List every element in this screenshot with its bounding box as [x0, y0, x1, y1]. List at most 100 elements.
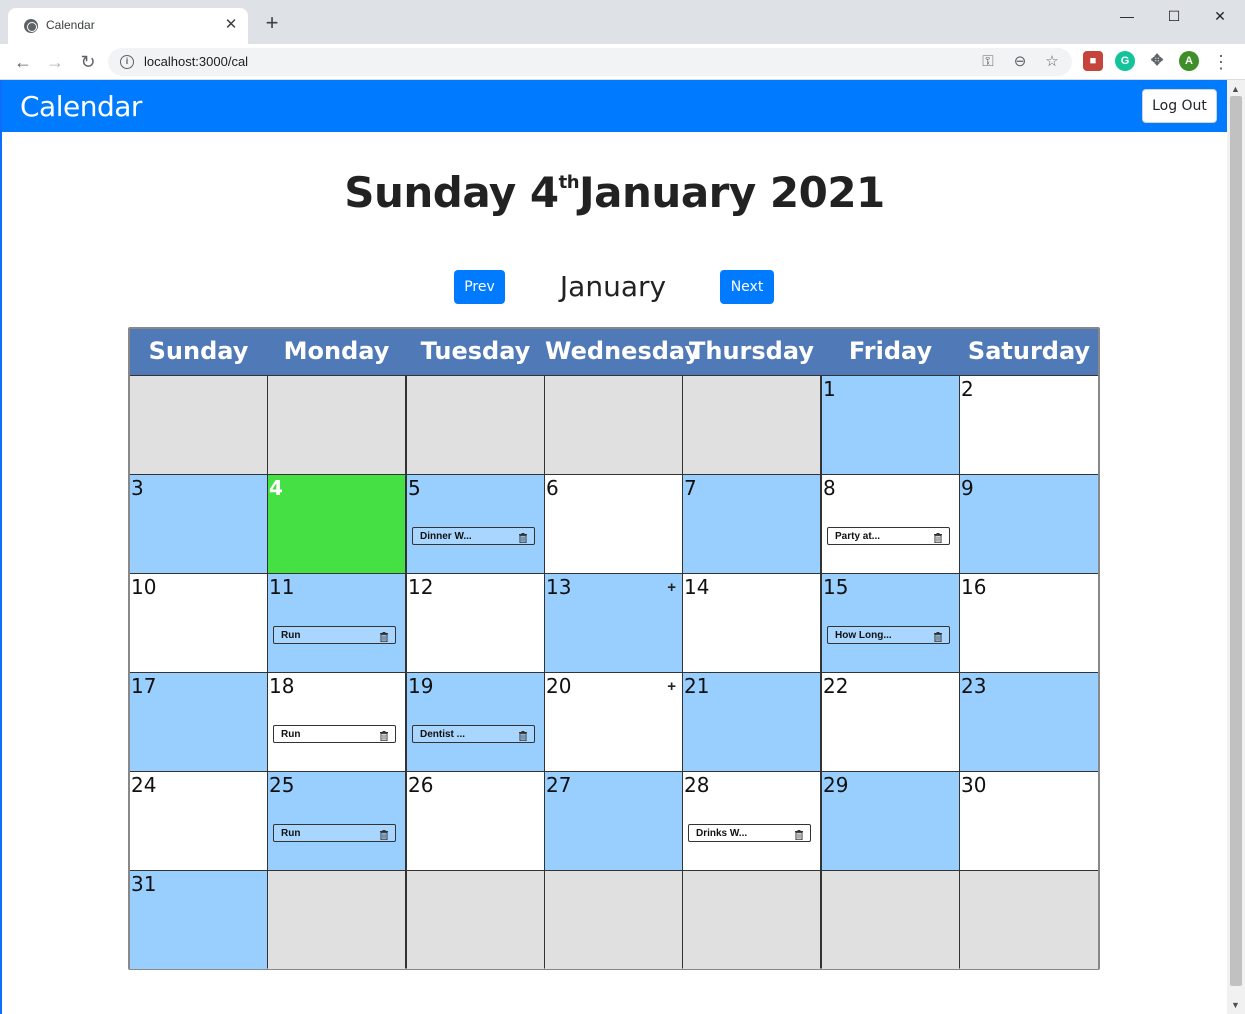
- prev-month-button[interactable]: Prev: [454, 270, 505, 304]
- trash-icon[interactable]: [519, 530, 527, 544]
- page-viewport: Calendar Log Out Sunday 4thJanuary 2021 …: [0, 80, 1227, 1014]
- event-chip[interactable]: Dentist ...: [412, 725, 535, 743]
- day-cell-10[interactable]: 10: [130, 574, 267, 672]
- day-cell-19[interactable]: 19 Dentist ...: [407, 673, 544, 771]
- day-cell-1[interactable]: 1: [822, 376, 959, 474]
- day-cell-22[interactable]: 22: [822, 673, 959, 771]
- day-cell-2[interactable]: 2: [960, 376, 1098, 474]
- browser-menu-icon[interactable]: ⋮: [1208, 49, 1234, 75]
- day-cell-8[interactable]: 8 Party at...: [822, 475, 959, 573]
- minimize-button[interactable]: —: [1104, 4, 1150, 28]
- event-title[interactable]: How Long...: [835, 629, 892, 642]
- url-text[interactable]: localhost:3000/cal: [144, 54, 248, 69]
- day-cell-12[interactable]: 12: [407, 574, 544, 672]
- grammarly-icon[interactable]: G: [1115, 51, 1135, 71]
- day-cell-24[interactable]: 24: [130, 772, 267, 870]
- event-title[interactable]: Dinner W...: [420, 530, 472, 543]
- day-number: 1: [823, 377, 836, 401]
- profile-avatar[interactable]: A: [1179, 51, 1199, 71]
- day-cell-25[interactable]: 25 Run: [268, 772, 405, 870]
- day-cell-3[interactable]: 3: [130, 475, 267, 573]
- day-cell-13[interactable]: 13 +: [545, 574, 682, 672]
- day-cell-14[interactable]: 14: [683, 574, 820, 672]
- new-tab-button[interactable]: +: [261, 12, 283, 34]
- day-cell-30[interactable]: 30: [960, 772, 1098, 870]
- day-cell-9[interactable]: 9: [960, 475, 1098, 573]
- day-cell-6[interactable]: 6: [545, 475, 682, 573]
- page-scrollbar[interactable]: ▲ ▼: [1227, 80, 1245, 1014]
- trash-icon[interactable]: [380, 629, 388, 643]
- day-number: 11: [269, 575, 295, 599]
- trash-icon[interactable]: [380, 728, 388, 742]
- weekday-header-wednesday: Wednesday: [545, 337, 701, 365]
- next-month-button[interactable]: Next: [720, 270, 774, 304]
- extensions-puzzle-icon[interactable]: ✥: [1147, 51, 1167, 71]
- day-cell-5[interactable]: 5 Dinner W...: [407, 475, 544, 573]
- address-bar[interactable]: i localhost:3000/cal ⚿ ⊖ ☆: [108, 48, 1072, 76]
- browser-toolbar: ← → ↻ i localhost:3000/cal ⚿ ⊖ ☆ ■ G ✥ A…: [0, 44, 1245, 80]
- event-title[interactable]: Party at...: [835, 530, 880, 543]
- event-chip[interactable]: Dinner W...: [412, 527, 535, 545]
- empty-day-cell: [545, 871, 682, 969]
- day-cell-31[interactable]: 31: [130, 871, 267, 969]
- day-number: 22: [823, 674, 849, 698]
- day-cell-23[interactable]: 23: [960, 673, 1098, 771]
- empty-day-cell: [407, 376, 544, 474]
- trash-icon[interactable]: [934, 629, 942, 643]
- empty-day-cell: [130, 376, 267, 474]
- trash-icon[interactable]: [934, 530, 942, 544]
- day-cell-7[interactable]: 7: [683, 475, 820, 573]
- event-chip[interactable]: Run: [273, 725, 396, 743]
- day-cell-27[interactable]: 27: [545, 772, 682, 870]
- maximize-button[interactable]: ☐: [1151, 4, 1197, 28]
- event-chip[interactable]: Run: [273, 626, 396, 644]
- event-title[interactable]: Dentist ...: [420, 728, 465, 741]
- tab-close-icon[interactable]: ✕: [222, 16, 240, 34]
- scroll-up-arrow-icon[interactable]: ▲: [1231, 84, 1240, 94]
- zoom-icon[interactable]: ⊖: [1010, 52, 1030, 72]
- day-cell-26[interactable]: 26: [407, 772, 544, 870]
- add-event-icon[interactable]: +: [667, 580, 676, 595]
- event-chip[interactable]: Drinks W...: [688, 824, 811, 842]
- logout-button[interactable]: Log Out: [1142, 89, 1217, 123]
- back-arrow-icon[interactable]: ←: [10, 49, 36, 75]
- day-cell-18[interactable]: 18 Run: [268, 673, 405, 771]
- event-chip[interactable]: Run: [273, 824, 396, 842]
- day-cell-15[interactable]: 15 How Long...: [822, 574, 959, 672]
- day-number: 29: [823, 773, 849, 797]
- trash-icon[interactable]: [795, 827, 803, 841]
- scrollbar-thumb[interactable]: [1230, 96, 1242, 986]
- empty-day-cell: [683, 376, 820, 474]
- scroll-down-arrow-icon[interactable]: ▼: [1231, 1000, 1240, 1010]
- site-info-icon[interactable]: i: [120, 55, 134, 69]
- event-title[interactable]: Run: [281, 629, 300, 642]
- window-close-button[interactable]: ✕: [1197, 4, 1243, 28]
- forward-arrow-icon[interactable]: →: [42, 49, 68, 75]
- event-title[interactable]: Run: [281, 827, 300, 840]
- event-title[interactable]: Drinks W...: [696, 827, 747, 840]
- day-cell-20[interactable]: 20 +: [545, 673, 682, 771]
- day-cell-17[interactable]: 17: [130, 673, 267, 771]
- day-cell-4[interactable]: 4: [268, 475, 405, 573]
- browser-tab[interactable]: Calendar ✕: [8, 8, 248, 44]
- extension-red-icon[interactable]: ■: [1083, 51, 1103, 71]
- app-navbar: Calendar Log Out: [2, 80, 1227, 132]
- day-cell-21[interactable]: 21: [683, 673, 820, 771]
- app-brand[interactable]: Calendar: [20, 90, 142, 123]
- event-chip[interactable]: Party at...: [827, 527, 950, 545]
- bookmark-star-icon[interactable]: ☆: [1042, 52, 1062, 72]
- heading-weekday: Sunday: [344, 168, 516, 217]
- day-number: 8: [823, 476, 836, 500]
- add-event-icon[interactable]: +: [667, 679, 676, 694]
- day-cell-16[interactable]: 16: [960, 574, 1098, 672]
- event-chip[interactable]: How Long...: [827, 626, 950, 644]
- day-number: 13: [546, 575, 572, 599]
- key-icon[interactable]: ⚿: [978, 52, 998, 72]
- trash-icon[interactable]: [380, 827, 388, 841]
- day-cell-29[interactable]: 29: [822, 772, 959, 870]
- day-cell-11[interactable]: 11 Run: [268, 574, 405, 672]
- reload-icon[interactable]: ↻: [75, 49, 101, 75]
- event-title[interactable]: Run: [281, 728, 300, 741]
- trash-icon[interactable]: [519, 728, 527, 742]
- day-cell-28[interactable]: 28 Drinks W...: [683, 772, 820, 870]
